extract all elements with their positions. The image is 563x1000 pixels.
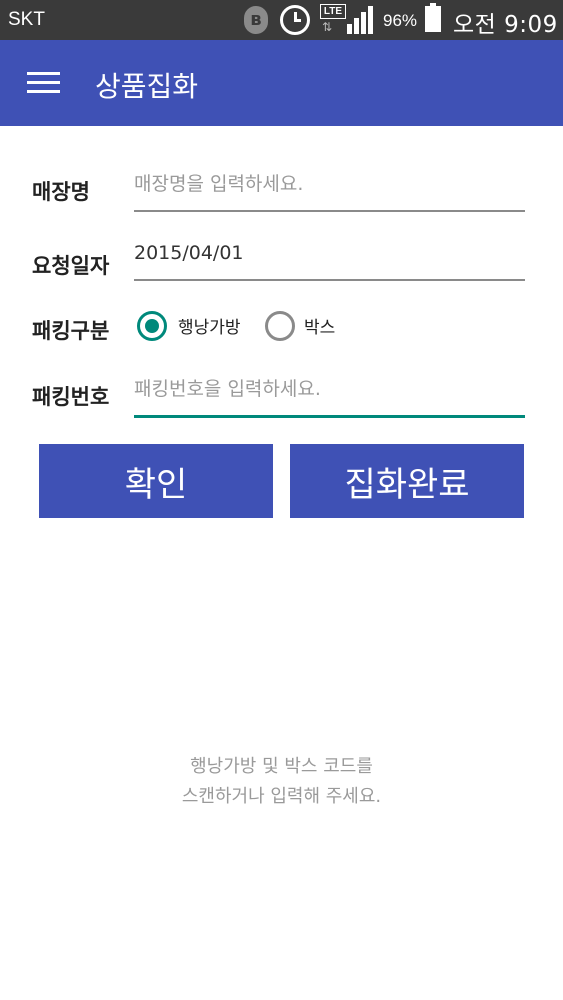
clock: 오전 9:09 (453, 12, 558, 38)
scan-hint: 행낭가방 및 박스 코드를 스캔하거나 입력해 주세요. (0, 752, 563, 812)
complete-collection-button[interactable]: 집화완료 (290, 444, 524, 518)
scan-hint-line-2: 스캔하거나 입력해 주세요. (181, 786, 382, 807)
radio-bag-label[interactable]: 행낭가방 (178, 313, 241, 338)
hamburger-menu-icon[interactable] (27, 72, 60, 94)
carrier-label: SKT (8, 9, 45, 30)
scan-hint-line-1: 행낭가방 및 박스 코드를 (190, 756, 373, 777)
app-bar: 상품집화 (0, 40, 563, 126)
confirm-button[interactable]: 확인 (39, 444, 273, 518)
radio-box[interactable] (265, 311, 295, 341)
radio-box-label[interactable]: 박스 (304, 313, 335, 338)
bluetooth-icon: ʙ (244, 6, 268, 34)
request-date-input[interactable] (134, 233, 525, 281)
packing-number-input[interactable] (134, 369, 525, 418)
request-date-label: 요청일자 (32, 254, 110, 278)
radio-bag[interactable] (137, 311, 167, 341)
signal-icon (347, 6, 377, 34)
page-title: 상품집화 (95, 70, 199, 103)
alarm-icon (280, 5, 310, 35)
status-bar: SKT ʙ LTE ⇅ 96% 오전 9:09 (0, 0, 563, 40)
store-input[interactable] (134, 164, 525, 212)
packing-type-label: 패킹구분 (32, 319, 110, 343)
lte-icon: LTE ⇅ (320, 4, 346, 34)
store-label: 매장명 (32, 180, 90, 204)
packing-number-label: 패킹번호 (32, 385, 110, 409)
battery-icon (425, 3, 441, 32)
battery-percent: 96% (383, 11, 418, 30)
